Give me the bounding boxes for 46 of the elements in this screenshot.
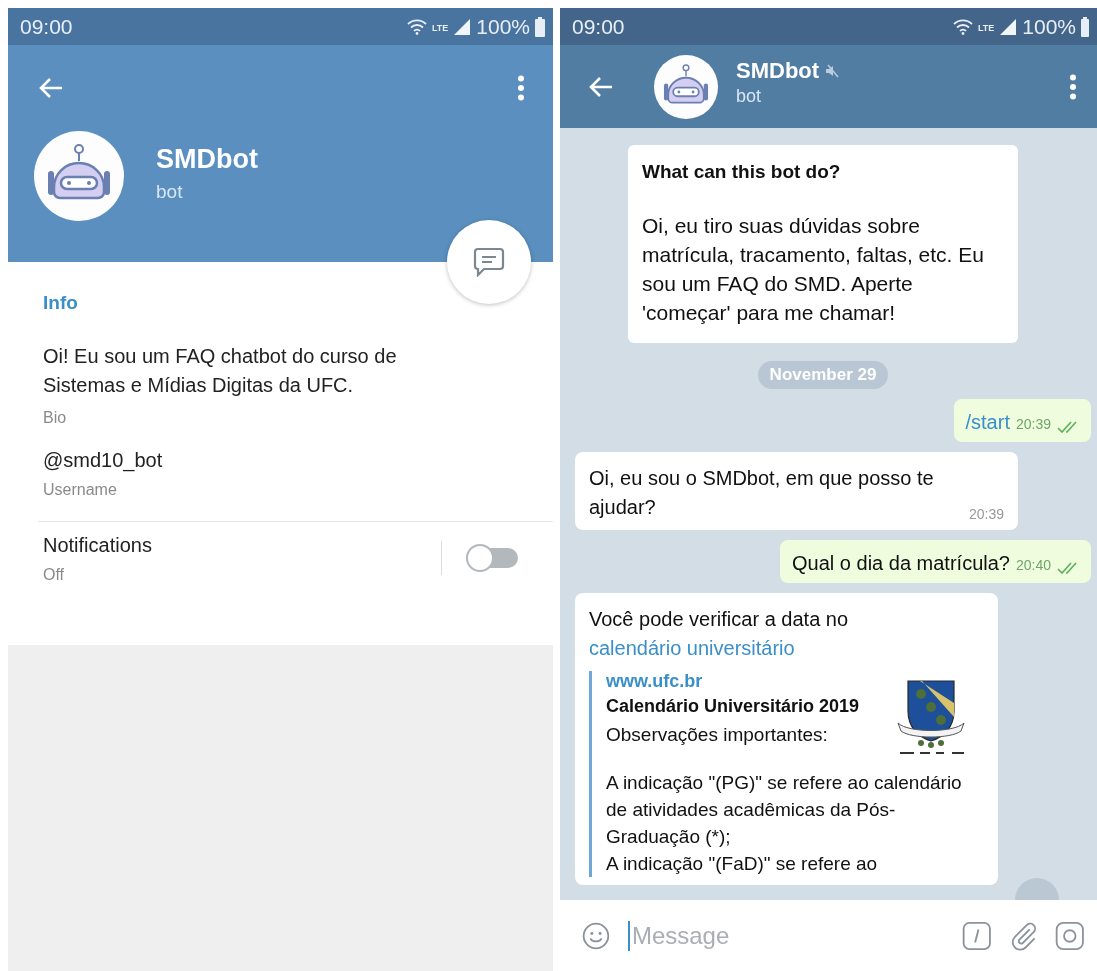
message-text: Qual o dia da matrícula?	[792, 552, 1010, 575]
intro-text: Oi, eu tiro suas dúvidas sobre matrícula, tracamento, faltas, etc. Eu sou um FAQ do SMD. Aperte 'começar' para me chamar!	[642, 213, 985, 326]
chat-title[interactable]: SMDbot	[736, 58, 820, 84]
preview-site[interactable]: www.ufc.br	[606, 671, 860, 692]
notifications-label: Notifications	[43, 534, 153, 557]
battery-percent: 100%	[1022, 14, 1076, 39]
signal-icon	[999, 17, 1018, 36]
chat-subtitle: bot	[736, 86, 763, 107]
status-time: 09:00	[572, 14, 625, 39]
bio-label: Bio	[43, 409, 68, 427]
battery-icon	[535, 16, 545, 37]
more-options-icon[interactable]	[517, 75, 525, 101]
notifications-value: Off	[43, 566, 66, 584]
message-time: 20:39	[1015, 416, 1051, 432]
profile-subtitle: bot	[156, 180, 184, 203]
signal-icon	[453, 17, 472, 36]
message-time: 20:39	[968, 506, 1004, 522]
username-text: @smd10_bot	[43, 449, 164, 472]
message-text: /start	[965, 411, 1010, 434]
network-type: LTE	[977, 22, 995, 33]
preview-text: A indicação "(PG)" se refere ao calendário de atividades acadêmicas da Pós-Graduação (*);	[606, 771, 963, 849]
message-text: Oi, eu sou o SMDbot, em que posso te ajudar?	[589, 466, 935, 520]
robot-avatar[interactable]	[654, 54, 718, 119]
network-type: LTE	[431, 22, 449, 33]
message-text: Você pode verificar a data no	[589, 607, 850, 632]
preview-text: A indicação "(FaD)" se refere ao	[606, 852, 879, 876]
preview-title: Calendário Universitário 2019	[606, 696, 860, 717]
back-arrow-icon[interactable]	[38, 77, 64, 99]
battery-percent: 100%	[476, 14, 530, 39]
wifi-icon	[406, 18, 427, 35]
message-time: 20:40	[1015, 557, 1051, 573]
preview-text: Observações importantes:	[606, 723, 829, 747]
info-heading: Info	[43, 292, 79, 314]
profile-name: SMDbot	[156, 143, 258, 175]
more-options-icon[interactable]	[1069, 73, 1077, 100]
chat-bubble-icon	[473, 247, 505, 277]
intro-title: What can this bot do?	[642, 161, 842, 183]
date-label: November 29	[757, 361, 889, 389]
status-time: 09:00	[20, 14, 73, 39]
wifi-icon	[952, 18, 973, 35]
username-label: Username	[43, 481, 118, 499]
calendar-link[interactable]: calendário universitário	[589, 634, 984, 663]
bio-text: Oi! Eu sou um FAQ chatbot do curso de Sistemas e Mídias Digitas da UFC.	[43, 344, 398, 398]
battery-icon	[1081, 16, 1089, 37]
send-message-button[interactable]	[447, 220, 531, 304]
back-arrow-icon[interactable]	[588, 75, 614, 98]
